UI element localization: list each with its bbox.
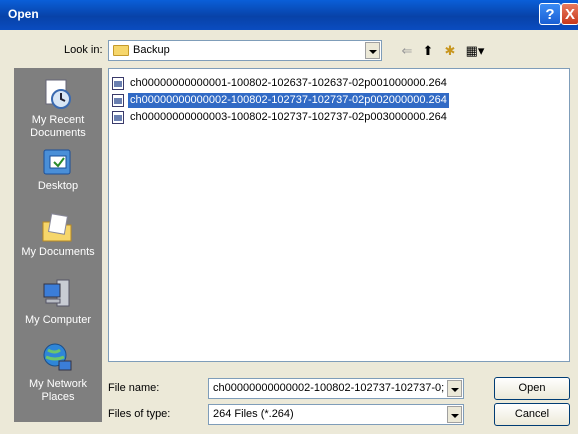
file-icon [112,111,124,124]
list-item[interactable]: ch00000000000002-100802-102737-102737-02… [112,93,567,108]
file-list[interactable]: ch00000000000001-100802-102637-102637-02… [108,68,570,362]
folder-icon [113,45,129,56]
file-name: ch00000000000003-100802-102737-102737-02… [130,111,447,123]
place-label: My Recent Documents [30,114,86,139]
title-bar: Open ? X [0,0,578,30]
recent-documents-icon [45,79,71,109]
place-my-documents[interactable]: My Documents [14,212,102,262]
file-name: ch00000000000001-100802-102637-102637-02… [130,77,447,89]
desktop-icon [43,149,71,175]
place-label: My Network Places [28,378,88,403]
new-folder-icon[interactable]: ✱ [441,42,459,60]
views-menu-icon[interactable]: ▦▾ [462,42,488,60]
place-my-computer[interactable]: My Computer [14,278,102,328]
file-type-value: 264 Files (*.264) [213,408,294,420]
place-label: Desktop [37,180,79,192]
places-bar: My Recent Documents Desktop My Documents… [14,68,102,422]
file-name-value: ch00000000000002-100802-102737-102737-0; [213,382,445,394]
place-recent-documents[interactable]: My Recent Documents [14,76,102,142]
window-title: Open [8,7,39,21]
chevron-down-icon[interactable] [447,406,462,423]
file-name-label: File name: [108,382,160,394]
look-in-label: Look in: [64,44,103,56]
file-name-input[interactable]: ch00000000000002-100802-102737-102737-0; [208,378,464,399]
network-places-icon [43,343,72,371]
file-icon [112,94,124,107]
chevron-down-icon[interactable] [447,380,462,397]
place-network[interactable]: My Network Places [14,342,102,412]
file-type-label: Files of type: [108,408,171,420]
help-button[interactable]: ? [539,3,561,25]
my-documents-icon [42,213,72,242]
file-type-dropdown[interactable]: 264 Files (*.264) [208,404,464,425]
open-button[interactable]: Open [494,377,570,400]
list-item[interactable]: ch00000000000001-100802-102637-102637-02… [112,76,567,91]
place-label: My Documents [21,246,95,258]
look-in-dropdown[interactable]: Backup [108,40,382,61]
place-desktop[interactable]: Desktop [14,146,102,196]
close-button[interactable]: X [561,3,578,25]
list-item[interactable]: ch00000000000003-100802-102737-102737-02… [112,110,567,125]
file-icon [112,77,124,90]
my-computer-icon [43,279,70,307]
chevron-down-icon[interactable] [365,42,380,59]
file-name-selected: ch00000000000002-100802-102737-102737-02… [128,93,449,108]
up-folder-icon[interactable]: ⬆ [419,42,437,60]
cancel-button[interactable]: Cancel [494,403,570,426]
back-icon[interactable]: ⇐ [398,42,416,60]
current-folder: Backup [133,44,170,56]
place-label: My Computer [24,314,92,326]
